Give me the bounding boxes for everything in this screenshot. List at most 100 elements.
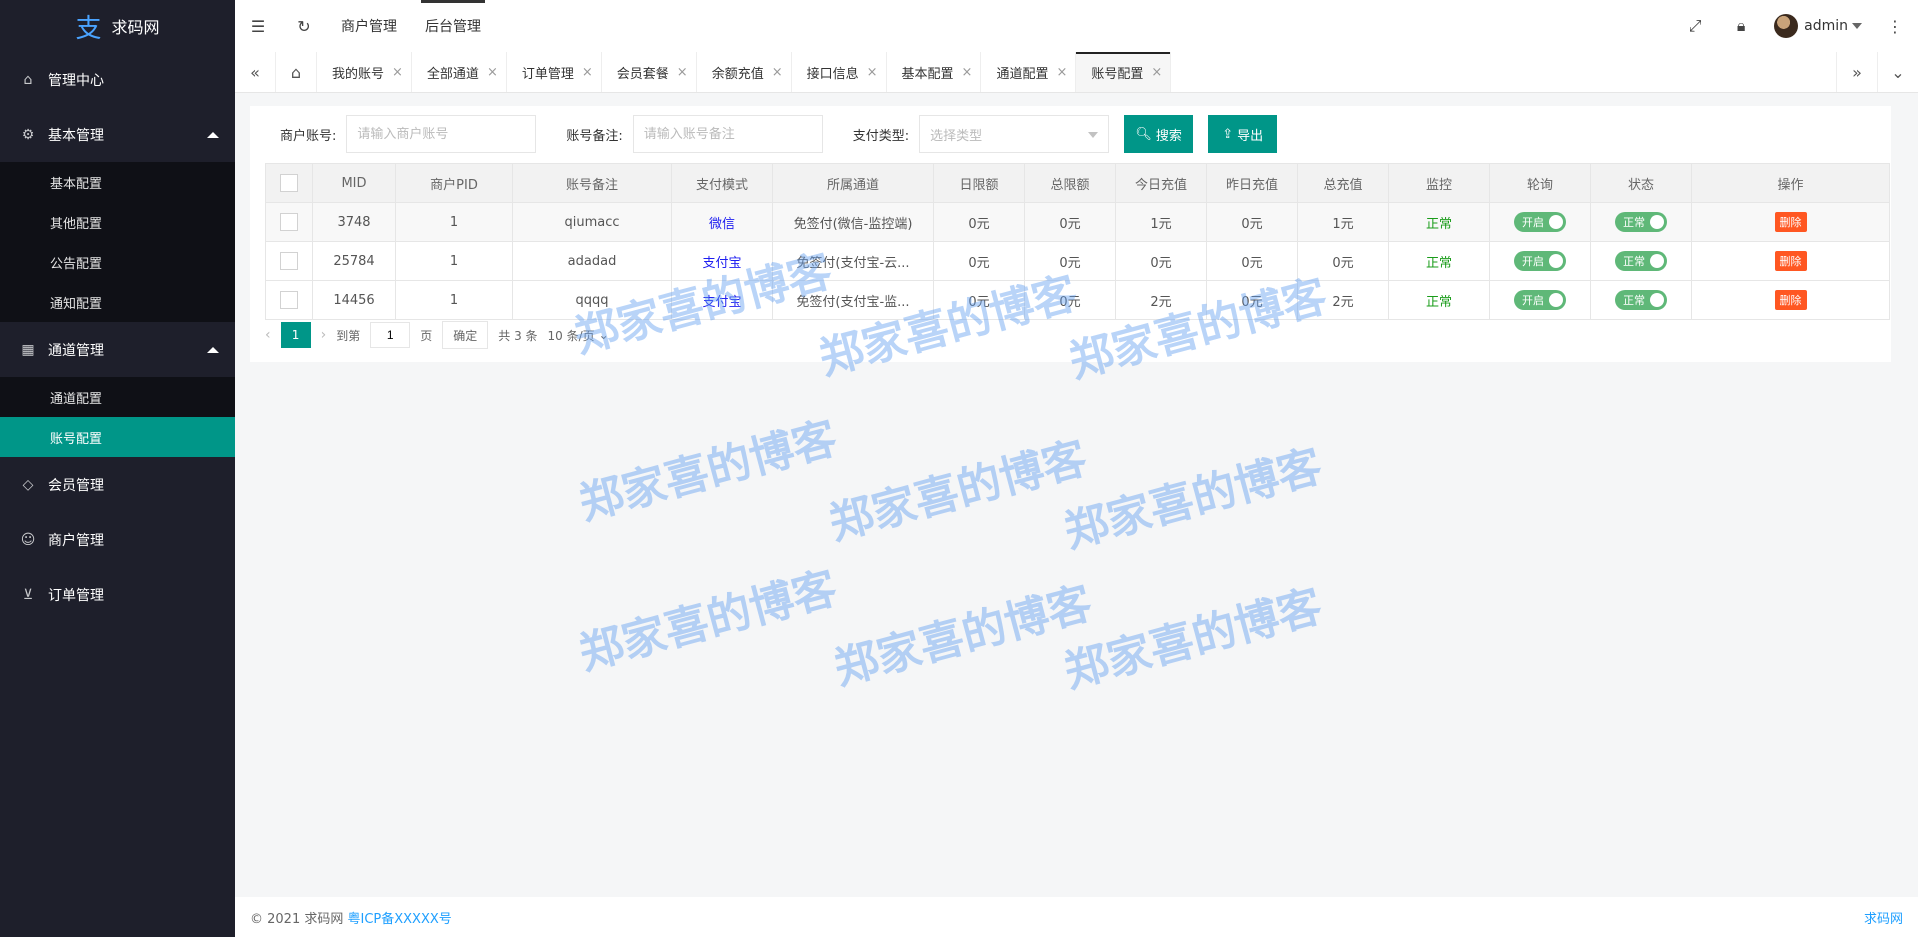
chevron-up-icon	[207, 131, 219, 138]
col-header[interactable]: 今日充值	[1115, 163, 1207, 203]
col-header[interactable]: 商户PID	[395, 163, 513, 203]
more-icon[interactable]: ⋮	[1872, 17, 1918, 36]
sub-item-channel-config[interactable]: 通道配置	[0, 377, 235, 417]
col-header[interactable]: 状态	[1590, 163, 1692, 203]
tab-channel-config[interactable]: 通道配置 ×	[981, 52, 1077, 92]
menu-item-label: 商户管理	[48, 532, 104, 549]
poll-toggle[interactable]: 开启	[1514, 290, 1566, 310]
sub-item-account-config[interactable]: 账号配置	[0, 417, 235, 457]
icp-link[interactable]: 粤ICP备XXXXX号	[348, 908, 452, 927]
footer: © 2021 求码网 粤ICP备XXXXX号 求码网	[235, 897, 1918, 937]
header-link-merchant[interactable]: 商户管理	[327, 0, 411, 52]
close-icon[interactable]: ×	[962, 65, 973, 80]
tab-basic-config[interactable]: 基本配置 ×	[887, 52, 982, 92]
menu-item-member[interactable]: ◇ 会员管理	[0, 457, 235, 512]
col-header[interactable]: 昨日充值	[1206, 163, 1298, 203]
col-header[interactable]: 总限额	[1024, 163, 1116, 203]
tab-orders[interactable]: 订单管理 ×	[507, 52, 602, 92]
menu-item-orders[interactable]: ⊻ 订单管理	[0, 567, 235, 622]
pay-mode-link[interactable]: 微信	[709, 217, 735, 232]
col-header[interactable]: 日限额	[933, 163, 1025, 203]
sub-item-basic-config[interactable]: 基本配置	[0, 162, 235, 202]
delete-button[interactable]: 删除	[1774, 251, 1807, 271]
row-checkbox[interactable]	[280, 252, 298, 270]
col-header[interactable]: 账号备注	[512, 163, 672, 203]
goto-confirm-button[interactable]: 确定	[442, 321, 489, 349]
channel-name: 免签付(支付宝-监...	[796, 294, 910, 310]
pay-mode-link[interactable]: 支付宝	[702, 256, 741, 271]
poll-toggle[interactable]: 开启	[1514, 251, 1566, 271]
close-icon[interactable]: ×	[487, 65, 498, 80]
copyright: © 2021 求码网	[250, 911, 344, 927]
close-icon[interactable]: ×	[677, 65, 688, 80]
delete-button[interactable]: 删除	[1774, 212, 1807, 232]
menu-item-merchant[interactable]: ☺ 商户管理	[0, 512, 235, 567]
current-page[interactable]: 1	[280, 322, 311, 348]
col-header[interactable]: 总充值	[1297, 163, 1389, 203]
col-header[interactable]: 监控	[1388, 163, 1490, 203]
tabs-scroll-left-icon[interactable]: «	[235, 52, 276, 92]
poll-toggle[interactable]: 开启	[1514, 212, 1566, 232]
menu-item-dashboard[interactable]: ⌂ 管理中心	[0, 52, 235, 107]
close-icon[interactable]: ×	[582, 65, 593, 80]
account-remark-input[interactable]	[632, 115, 823, 153]
lock-icon[interactable]: 🔒︎	[1718, 16, 1764, 36]
tab-account-config[interactable]: 账号配置 ×	[1076, 52, 1172, 92]
cell-remark: qqqq	[512, 280, 672, 320]
prev-page-icon[interactable]: ‹	[265, 327, 271, 343]
close-icon[interactable]: ×	[867, 65, 878, 80]
user-menu[interactable]: admin	[1764, 14, 1872, 38]
status-toggle[interactable]: 正常	[1615, 290, 1667, 310]
col-header[interactable]: 轮询	[1489, 163, 1591, 203]
tabs-dropdown-icon[interactable]: ⌄	[1877, 52, 1918, 92]
goto-label: 到第	[336, 328, 361, 343]
cell-yesterday: 0元	[1206, 241, 1298, 281]
menu-item-label: 订单管理	[48, 587, 104, 604]
header-link-admin[interactable]: 后台管理	[411, 0, 495, 52]
menu-item-basic[interactable]: ⚙ 基本管理	[0, 107, 235, 162]
col-header[interactable]: 所属通道	[772, 163, 934, 203]
refresh-icon[interactable]: ↻	[281, 17, 327, 36]
fullscreen-icon[interactable]: ⤢	[1672, 16, 1718, 36]
pay-mode-link[interactable]: 支付宝	[702, 295, 741, 310]
col-header[interactable]: 支付模式	[671, 163, 773, 203]
toggle-knob	[1650, 293, 1664, 307]
export-button[interactable]: ⇪ 导出	[1208, 115, 1278, 153]
table-row[interactable]: 3748 1 qiumacc 微信 免签付(微信-监控端) 0元 0元 1元 0…	[265, 202, 1890, 242]
delete-button[interactable]: 删除	[1774, 290, 1807, 310]
sub-item-notice-config[interactable]: 公告配置	[0, 242, 235, 282]
row-checkbox[interactable]	[280, 291, 298, 309]
close-icon[interactable]: ×	[772, 65, 783, 80]
sub-item-notify-config[interactable]: 通知配置	[0, 282, 235, 322]
menu-item-channel[interactable]: ▦ 通道管理	[0, 322, 235, 377]
tab-member-package[interactable]: 会员套餐 ×	[602, 52, 697, 92]
table-row[interactable]: 14456 1 qqqq 支付宝 免签付(支付宝-监... 0元 0元 2元 0…	[265, 280, 1890, 320]
table-row[interactable]: 25784 1 adadad 支付宝 免签付(支付宝-云... 0元 0元 0元…	[265, 241, 1890, 281]
sub-item-other-config[interactable]: 其他配置	[0, 202, 235, 242]
status-toggle[interactable]: 正常	[1615, 251, 1667, 271]
pay-type-select[interactable]: 选择类型	[919, 115, 1110, 153]
cell-daily-limit: 0元	[933, 280, 1025, 320]
home-tab-icon[interactable]: ⌂	[276, 52, 317, 92]
status-toggle[interactable]: 正常	[1615, 212, 1667, 232]
footer-site-link[interactable]: 求码网	[1864, 908, 1903, 927]
close-icon[interactable]: ×	[1056, 65, 1067, 80]
tabs-scroll-right-icon[interactable]: »	[1836, 52, 1877, 92]
goto-page-input[interactable]	[370, 322, 411, 348]
search-button[interactable]: 🔍︎ 搜索	[1124, 115, 1194, 153]
row-checkbox[interactable]	[280, 213, 298, 231]
tab-all-channels[interactable]: 全部通道 ×	[412, 52, 507, 92]
close-icon[interactable]: ×	[1151, 65, 1162, 80]
col-header: 操作	[1691, 163, 1890, 203]
page-size-select[interactable]: 10 条/页 ⌄	[548, 327, 609, 344]
select-all-checkbox[interactable]	[280, 174, 298, 192]
merchant-account-input[interactable]	[346, 115, 537, 153]
tab-my-account[interactable]: 我的账号 ×	[317, 52, 412, 92]
tab-balance-recharge[interactable]: 余额充值 ×	[697, 52, 792, 92]
close-icon[interactable]: ×	[392, 65, 403, 80]
tab-api-info[interactable]: 接口信息 ×	[792, 52, 887, 92]
menu-toggle-icon[interactable]: ☰	[235, 17, 281, 36]
col-header[interactable]: MID	[312, 163, 396, 203]
next-page-icon[interactable]: ›	[321, 327, 327, 343]
logo[interactable]: 支 求码网	[0, 0, 235, 52]
